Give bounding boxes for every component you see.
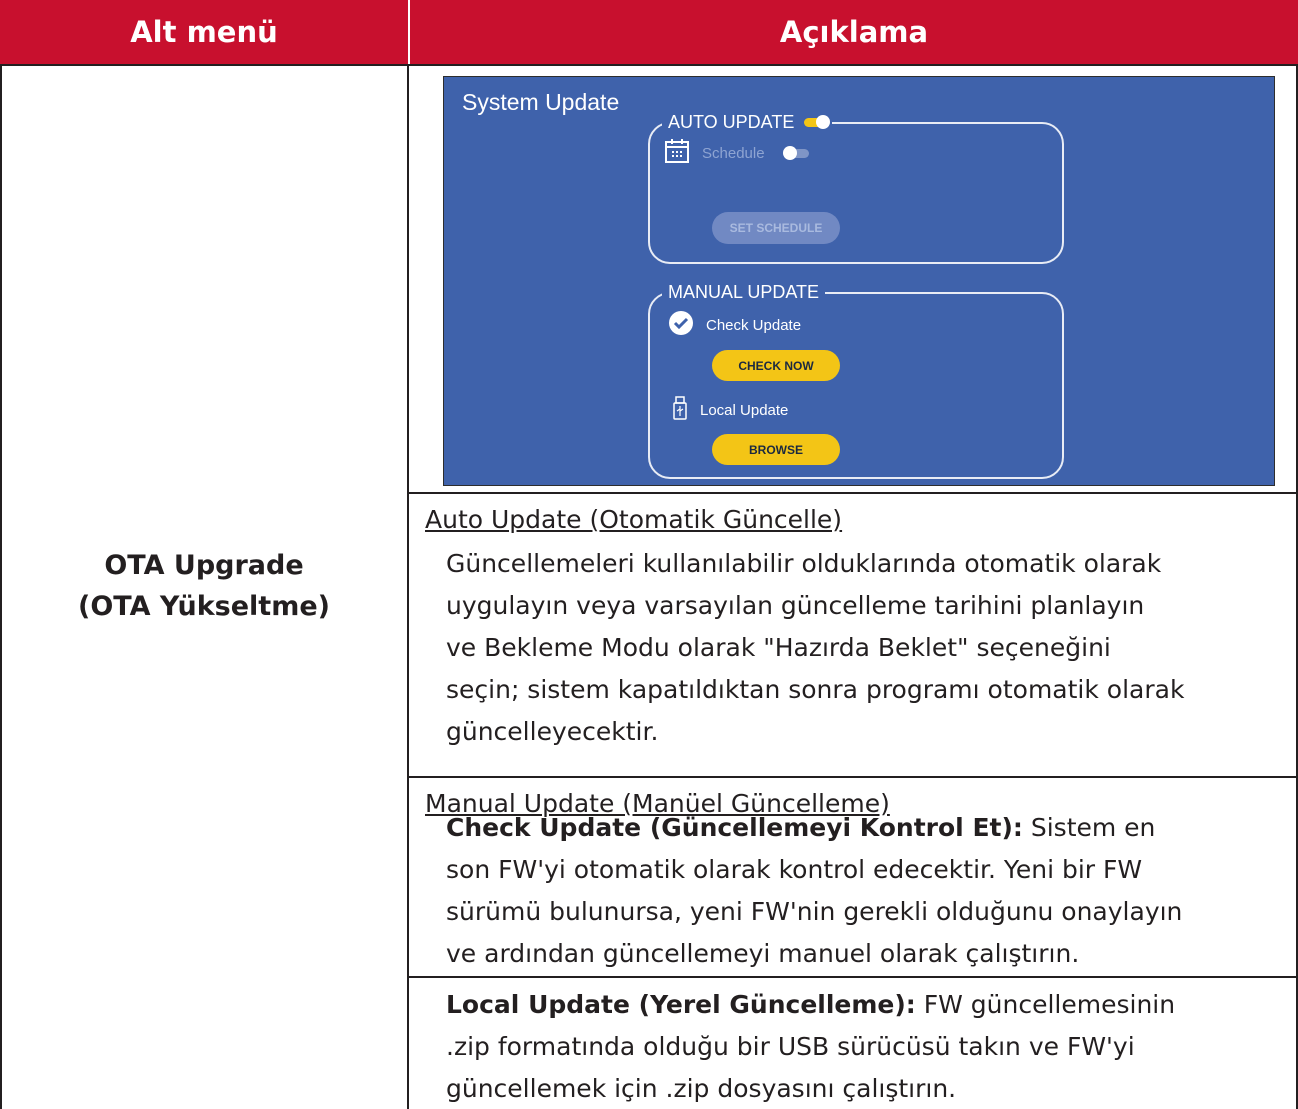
toggle-knob [816, 114, 831, 129]
check-update-label: Check Update [706, 316, 802, 334]
auto-update-line: ve Bekleme Modu olarak "Hazırda Beklet" … [446, 633, 1111, 662]
calendar-icon [664, 138, 690, 168]
header-bottom-border [0, 64, 1298, 66]
auto-update-toggle[interactable] [804, 114, 831, 129]
browse-button[interactable]: BROWSE [712, 434, 840, 465]
auto-update-line: Güncellemeleri kullanılabilir oldukların… [446, 549, 1162, 578]
manual-update-legend: MANUAL UPDATE [662, 280, 826, 304]
local-update-line-rest: FW güncellemesinin [915, 990, 1176, 1019]
table-column-divider [407, 64, 409, 1109]
submenu-table: Alt menü Açıklama OTA Upgrade (OTA Yükse… [0, 0, 1298, 1109]
auto-update-legend: AUTO UPDATE [662, 110, 833, 134]
local-update-row: Local Update [672, 396, 788, 424]
auto-update-group: AUTO UPDATE Schedule SET SCHEDULE [648, 110, 1064, 264]
local-update-paragraph: Local Update (Yerel Güncelleme): FW günc… [446, 984, 1175, 1025]
check-update-term: Check Update (Güncellemeyi Kontrol Et): [446, 813, 1023, 842]
auto-update-line: uygulayın veya varsayılan güncelleme tar… [446, 591, 1145, 620]
local-update-line: güncellemek için .zip dosyasını çalıştır… [446, 1074, 957, 1103]
manual-update-label: MANUAL UPDATE [668, 282, 820, 302]
screenshot-bottom-border [409, 492, 1298, 494]
local-update-line: .zip formatında olduğu bir USB sürücüsü … [446, 1032, 1135, 1061]
auto-update-line: seçin; sistem kapatıldıktan sonra progra… [446, 675, 1185, 704]
auto-update-label: AUTO UPDATE [668, 112, 795, 132]
system-update-screenshot: System Update AUTO UPDATE Schedule SET S… [443, 76, 1275, 486]
local-update-term: Local Update (Yerel Güncelleme): [446, 990, 916, 1019]
screen-title: System Update [462, 89, 620, 115]
local-update-label: Local Update [700, 401, 789, 419]
schedule-row: Schedule [664, 138, 809, 168]
schedule-toggle[interactable] [782, 145, 809, 160]
check-update-line: son FW'yi otomatik olarak kontrol edecek… [446, 855, 1143, 884]
check-update-line-rest: Sistem en [1022, 813, 1156, 842]
check-circle-icon [668, 310, 694, 340]
check-update-line: sürümü bulunursa, yeni FW'nin gerekli ol… [446, 897, 1183, 926]
auto-update-line: güncelleyecektir. [446, 717, 659, 746]
check-update-paragraph: Check Update (Güncellemeyi Kontrol Et): … [446, 807, 1155, 848]
submenu-title: OTA Upgrade [104, 550, 304, 581]
check-update-row: Check Update [668, 310, 801, 340]
schedule-label: Schedule [702, 144, 765, 162]
submenu-name: OTA Upgrade (OTA Yükseltme) [2, 545, 406, 627]
check-now-button[interactable]: CHECK NOW [712, 350, 840, 381]
submenu-subtitle: (OTA Yükseltme) [77, 591, 330, 622]
header-submenu: Alt menü [0, 0, 408, 64]
auto-update-heading: Auto Update (Otomatik Güncelle) [425, 505, 843, 534]
check-update-line: ve ardından güncellemeyi manuel olarak ç… [446, 939, 1080, 968]
manual-update-group: MANUAL UPDATE Check Update CHECK NOW Loc… [648, 280, 1064, 479]
set-schedule-button[interactable]: SET SCHEDULE [712, 212, 840, 244]
check-section-bottom-border [409, 976, 1298, 978]
header-description: Açıklama [410, 0, 1298, 64]
auto-section-bottom-border [409, 776, 1298, 778]
toggle-knob [782, 145, 797, 160]
usb-icon [672, 396, 688, 424]
